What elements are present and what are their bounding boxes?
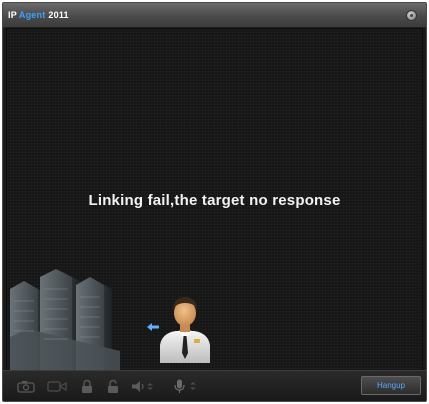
title-ip: IP	[8, 10, 17, 20]
status-message: Linking fail,the target no response	[88, 192, 341, 209]
speaker-icon[interactable]	[131, 379, 155, 394]
title-agent: Agent	[18, 10, 46, 20]
unlock-icon[interactable]	[107, 379, 119, 394]
video-icon[interactable]	[47, 379, 67, 394]
agent-person-icon	[160, 297, 210, 363]
microphone-icon[interactable]	[173, 379, 199, 394]
title-year: 2011	[48, 10, 69, 20]
close-icon[interactable]	[406, 10, 417, 21]
video-screen: Linking fail,the target no response	[6, 28, 423, 373]
lock-icon[interactable]	[81, 379, 93, 394]
control-toolbar: Hangup	[3, 370, 426, 401]
app-title: IP Agent 2011	[8, 10, 69, 20]
title-bar[interactable]: IP Agent 2011	[3, 3, 426, 28]
buildings-icon	[10, 269, 120, 371]
camera-icon[interactable]	[17, 379, 35, 394]
ip-agent-window: IP Agent 2011 Linking fail,the target no r…	[2, 2, 427, 402]
hangup-button[interactable]: Hangup	[361, 376, 421, 395]
